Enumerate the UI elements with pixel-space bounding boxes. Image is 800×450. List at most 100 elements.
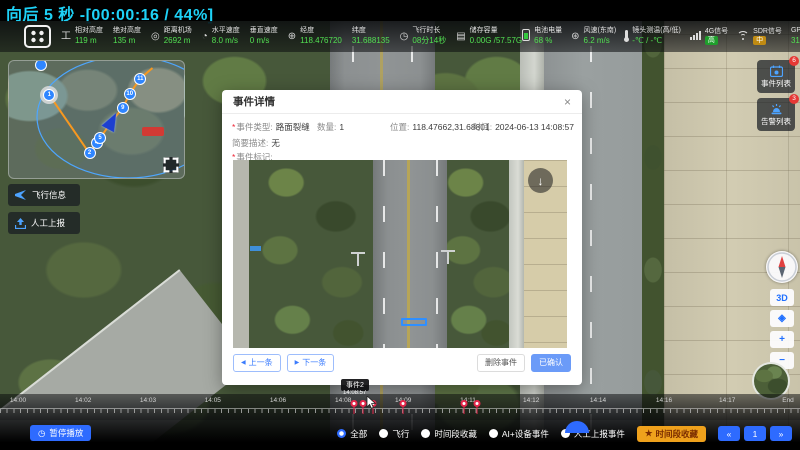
event-list-button[interactable]: 6 事件列表: [757, 60, 795, 93]
confirm-event-button[interactable]: 已确认: [531, 354, 571, 372]
favorite-segment-button[interactable]: ★ 时间段收藏: [637, 426, 706, 442]
telemetry-value: -℃ / -℃: [632, 36, 681, 46]
lane-marking: [436, 160, 438, 348]
waypoint-marker[interactable]: [35, 60, 47, 71]
telemetry-value: 68 %: [534, 36, 562, 46]
telemetry-item: ▤储存容量0.00G /57.57G: [456, 27, 522, 46]
filter-label: 时间段收藏: [434, 428, 477, 440]
timeline-time-label: 14:05: [205, 397, 221, 404]
telemetry-item: ◎距离机场2692 m: [151, 27, 192, 46]
field-quantity: 数量:1: [317, 121, 344, 133]
favorite-label: 时间段收藏: [655, 428, 698, 440]
filter-option-radio[interactable]: 飞行: [379, 428, 409, 440]
timeline-time-label: 14:06: [270, 397, 286, 404]
manual-report-button[interactable]: 人工上报: [8, 212, 80, 234]
timeline-time-label: 14:17: [719, 397, 735, 404]
zoom-in-button[interactable]: +: [770, 331, 794, 348]
storage-icon: ▤: [456, 32, 465, 42]
alarm-list-label: 告警列表: [761, 116, 791, 127]
map-3d-button[interactable]: 3D: [770, 289, 794, 306]
filter-label: 飞行: [392, 428, 409, 440]
waypoint-marker[interactable]: 11: [134, 73, 146, 85]
telemetry-label: 电池电量: [534, 27, 562, 36]
event-list-label: 事件列表: [761, 78, 791, 89]
telemetry-value: 中: [753, 36, 766, 45]
streetlight-pole: [441, 250, 455, 252]
event-marker[interactable]: [400, 400, 407, 407]
waypoint-marker[interactable]: 9: [117, 102, 129, 114]
minimap[interactable]: 124591011: [8, 60, 185, 179]
telemetry-item: 垂直速度0 m/s: [250, 27, 278, 46]
speed-gauge-icon: ◔: [202, 32, 208, 42]
left-arrow-icon: ◀: [241, 359, 246, 366]
page-number[interactable]: 1: [744, 426, 766, 441]
modal-header: 事件详情 ×: [222, 90, 582, 114]
close-icon[interactable]: ×: [564, 95, 571, 109]
timeline-time-label: 14:14: [590, 397, 606, 404]
radio-icon[interactable]: [489, 429, 498, 438]
filter-option-selected[interactable]: 全部: [337, 428, 367, 440]
filter-option-radio[interactable]: 时间段收藏: [421, 428, 477, 440]
event-marker[interactable]: [473, 400, 480, 407]
telemetry-item: SDR信号中: [737, 28, 782, 46]
modal-title: 事件详情: [233, 94, 275, 109]
telemetry-item: 纬度31.688135: [352, 27, 390, 46]
filter-label: AI+设备事件: [502, 428, 549, 440]
event-marker[interactable]: [461, 400, 468, 407]
telemetry-item: ◷飞行时长08分14秒: [400, 27, 447, 46]
flight-info-button[interactable]: 飞行信息: [8, 184, 80, 206]
page-next-button[interactable]: »: [770, 426, 792, 441]
telemetry-value: 8.0 m/s: [212, 36, 240, 46]
timeline-time-label: 14:03: [140, 397, 156, 404]
map-layers-button[interactable]: ◈: [770, 310, 794, 327]
photo-blue-patch: [250, 246, 261, 251]
radio-icon[interactable]: [421, 429, 430, 438]
manual-report-label: 人工上报: [31, 217, 65, 229]
event-photo[interactable]: ↓: [233, 160, 567, 348]
radio-icon[interactable]: [337, 429, 346, 438]
telemetry-item: GPS搜星数31: [791, 27, 800, 46]
pause-playback-button[interactable]: ◷ 暂停播放: [30, 425, 91, 441]
timeline-filter-bar: 全部飞行时间段收藏AI+设备事件人工上报事件 ★ 时间段收藏 « 1 »: [337, 425, 792, 442]
event-detail-modal: 事件详情 × 事件类型:路面裂缝 数量:1 位置:118.47662,31.68…: [222, 90, 582, 385]
layers-icon: ◈: [778, 313, 786, 324]
pagination-group: « 1 »: [718, 426, 792, 441]
district-label-badge: [142, 127, 164, 136]
telemetry-item: 绝对高度135 m: [113, 27, 141, 46]
radio-icon[interactable]: [379, 429, 388, 438]
telemetry-label: SDR信号: [753, 28, 782, 37]
battery-icon: [522, 29, 530, 44]
drone-icon[interactable]: [24, 25, 51, 48]
telemetry-item: 工相对高度119 m: [61, 27, 103, 46]
delete-event-button[interactable]: 删除事件: [477, 354, 525, 372]
download-icon[interactable]: ↓: [528, 168, 553, 193]
telemetry-label: GPS搜星数: [791, 27, 800, 36]
telemetry-right-group: 电池电量68 %⊛风速(东南)6.2 m/s镜头测温(高/低)-℃ / -℃4G…: [522, 27, 800, 46]
timeline-time-label: 14:08: [335, 397, 351, 404]
telemetry-value: 0 m/s: [250, 36, 278, 46]
waypoint-marker[interactable]: 2: [84, 147, 96, 159]
compass-widget[interactable]: [766, 251, 798, 283]
expand-map-icon[interactable]: [163, 157, 179, 173]
pause-label: 暂停播放: [49, 427, 83, 439]
telemetry-item: 镜头测温(高/低)-℃ / -℃: [625, 27, 681, 46]
right-arrow-icon: ▶: [295, 359, 300, 366]
timeline-bar[interactable]: 14:0014:0214:0314:0514:0614:0814:0914:11…: [0, 394, 800, 420]
page-prev-button[interactable]: «: [718, 426, 740, 441]
telemetry-label: 风速(东南): [584, 27, 617, 36]
mouse-cursor: [366, 396, 377, 409]
prev-event-button[interactable]: ◀上一条: [233, 354, 281, 372]
field-description: 简要描述:无: [232, 137, 280, 149]
event-marker[interactable]: [351, 400, 358, 407]
telemetry-value: 0.00G /57.57G: [470, 36, 522, 46]
telemetry-value: 2692 m: [164, 36, 192, 46]
timeline-time-label: 14:16: [656, 397, 672, 404]
modal-footer: ◀上一条 ▶下一条 删除事件 已确认: [233, 353, 571, 372]
filter-option-radio[interactable]: AI+设备事件: [489, 428, 549, 440]
next-event-button[interactable]: ▶下一条: [287, 354, 335, 372]
waypoint-marker[interactable]: 10: [124, 88, 136, 100]
alarm-list-button[interactable]: 3 告警列表: [757, 98, 795, 131]
drone-playback-screen: 向后 5 秒 -[00:00:16 / 44%] 工相对高度119 m绝对高度1…: [0, 0, 800, 450]
telemetry-label: 4G信号: [705, 28, 728, 37]
timeline-ruler[interactable]: [0, 408, 800, 414]
